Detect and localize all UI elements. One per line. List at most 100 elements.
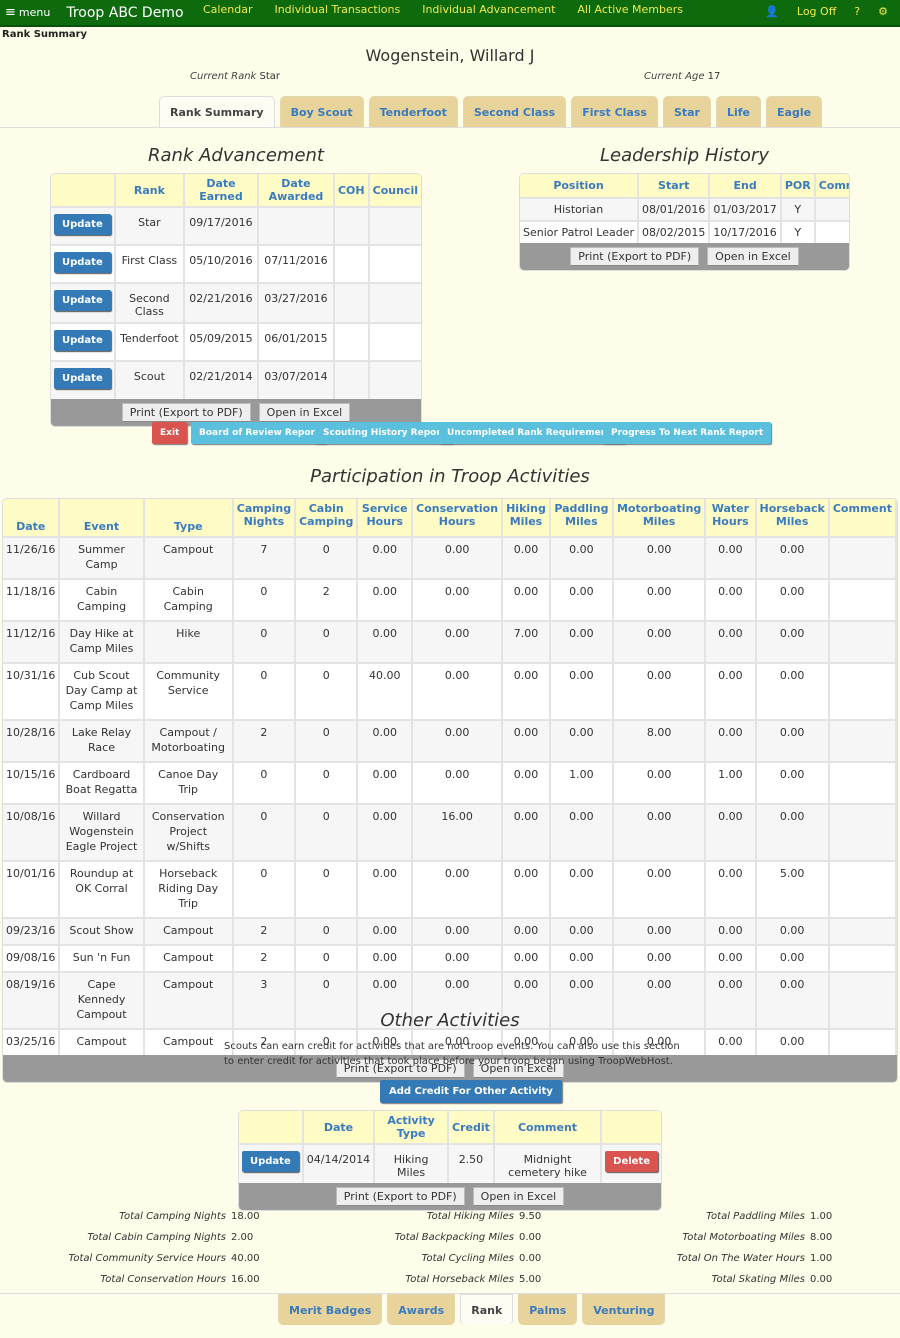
tab-tenderfoot[interactable]: Tenderfoot <box>368 96 458 127</box>
table-cell: 0.00 <box>755 620 830 663</box>
table-cell: 0.00 <box>357 761 414 804</box>
add-credit-button[interactable]: Add Credit For Other Activity <box>380 1080 562 1103</box>
table-cell: 0.00 <box>412 719 504 762</box>
table-cell <box>368 282 421 323</box>
hamburger-icon: ≡ <box>5 5 16 20</box>
nav-link-all-active-members[interactable]: All Active Members <box>577 3 683 16</box>
table-cell: 5.00 <box>755 860 830 918</box>
table-row: 11/18/16 Cabin Camping Cabin Camping 0 2 0.00… <box>3 578 897 621</box>
table-cell: 0.00 <box>412 761 504 804</box>
table-cell: 0.00 <box>502 944 551 972</box>
uncompleted-requirements-button[interactable]: Uncompleted Rank Requirements <box>439 422 625 444</box>
col-header: Motorboating Miles <box>612 499 707 537</box>
table-cell: 0.00 <box>502 917 551 945</box>
tab-second-class[interactable]: Second Class <box>462 96 567 127</box>
gear-icon[interactable]: ⚙ <box>878 5 888 18</box>
nav-link-individual-advancement[interactable]: Individual Advancement <box>422 3 555 16</box>
table-cell: 1.00 <box>705 761 757 804</box>
total-label: Total Backpacking Miles <box>394 1232 514 1243</box>
col-header: Rank <box>114 174 186 207</box>
table-cell: 0 <box>295 536 359 579</box>
total-row: Total Motorboating Miles 8.00 <box>600 1232 832 1253</box>
table-cell: Lake Relay Race <box>59 719 145 762</box>
tab-boy-scout[interactable]: Boy Scout <box>279 96 364 127</box>
update-button[interactable]: Update <box>54 368 111 389</box>
table-cell <box>368 360 421 399</box>
help-button[interactable]: ? <box>854 5 860 18</box>
table-cell <box>828 1028 897 1055</box>
table-cell: 10/17/2016 <box>709 220 782 243</box>
update-button[interactable]: Update <box>54 252 111 273</box>
table-cell: Second Class <box>114 282 186 323</box>
tab-venturing[interactable]: Venturing <box>582 1294 666 1325</box>
table-cell: 1.00 <box>549 761 614 804</box>
progress-next-rank-button[interactable]: Progress To Next Rank Report <box>603 422 772 444</box>
table-cell <box>333 360 370 399</box>
col-header: End <box>709 174 782 198</box>
total-label: Total Cabin Camping Nights <box>87 1232 226 1243</box>
table-cell: 0.00 <box>502 719 551 762</box>
total-label: Total Camping Nights <box>119 1211 226 1222</box>
print-button[interactable]: Print (Export to PDF) <box>570 247 700 266</box>
table-cell <box>828 662 897 720</box>
table-cell: Scout <box>114 360 186 399</box>
table-cell: 0.00 <box>755 917 830 945</box>
total-row: Total Backpacking Miles 0.00 <box>300 1232 542 1253</box>
table-cell: Conservation Project w/Shifts <box>143 803 234 861</box>
col-header: Service Hours <box>357 499 414 537</box>
table-row: Update Star 09/17/2016 <box>51 206 421 245</box>
table-row: Update 04/14/2014 Hiking Miles 2.50 Midn… <box>239 1143 661 1183</box>
tab-first-class[interactable]: First Class <box>571 96 658 127</box>
update-button[interactable]: Update <box>54 290 111 311</box>
col-header: Position <box>520 174 639 198</box>
other-activities-description: Scouts can earn credit for activities th… <box>224 1041 680 1067</box>
table-cell: 0 <box>232 662 297 720</box>
brand-title[interactable]: Troop ABC Demo <box>66 5 183 21</box>
table-row: Historian 08/01/2016 01/03/2017 Y <box>520 197 849 221</box>
scouting-history-button[interactable]: Scouting History Report <box>315 422 454 444</box>
tab-rank[interactable]: Rank <box>460 1294 514 1325</box>
update-button[interactable]: Update <box>242 1151 299 1172</box>
table-cell: 09/08/16 <box>3 944 61 972</box>
table-row: 10/31/16 Cub Scout Day Camp at Camp Miles… <box>3 662 897 720</box>
nav-link-calendar[interactable]: Calendar <box>203 3 252 16</box>
print-button[interactable]: Print (Export to PDF) <box>121 403 251 422</box>
tab-awards[interactable]: Awards <box>387 1294 456 1325</box>
table-cell: 10/15/16 <box>3 761 61 804</box>
tab-merit-badges[interactable]: Merit Badges <box>278 1294 383 1325</box>
col-header: Activity Type <box>374 1111 449 1144</box>
excel-button[interactable]: Open in Excel <box>707 247 799 266</box>
table-cell <box>368 322 421 361</box>
total-row: Total On The Water Hours 1.00 <box>600 1253 833 1274</box>
board-of-review-button[interactable]: Board of Review Report <box>191 422 328 444</box>
excel-button[interactable]: Open in Excel <box>472 1187 565 1206</box>
update-button[interactable]: Update <box>54 330 111 351</box>
tab-palms[interactable]: Palms <box>518 1294 578 1325</box>
top-nav: ≡ menu Troop ABC Demo Calendar Individual… <box>0 0 900 27</box>
table-cell: 0.00 <box>502 578 551 621</box>
nav-link-individual-transactions[interactable]: Individual Transactions <box>274 3 400 16</box>
table-cell: Horseback Riding Day Trip <box>143 860 234 918</box>
bottom-tabs: Merit Badges Awards Rank Palms Venturing <box>278 1294 670 1325</box>
col-header: Event <box>59 499 145 537</box>
tab-star[interactable]: Star <box>662 96 711 127</box>
table-cell: 08/02/2015 <box>638 220 711 243</box>
table-row: Update First Class 05/10/2016 07/11/2016 <box>51 244 421 283</box>
table-cell <box>828 803 897 861</box>
excel-button[interactable]: Open in Excel <box>258 403 351 422</box>
delete-button[interactable]: Delete <box>605 1151 658 1172</box>
exit-button[interactable]: Exit <box>152 422 188 444</box>
table-cell: Cabin Camping <box>59 578 145 621</box>
print-button[interactable]: Print (Export to PDF) <box>335 1187 465 1206</box>
tab-life[interactable]: Life <box>715 96 762 127</box>
tab-eagle[interactable]: Eagle <box>766 96 823 127</box>
tab-rank-summary[interactable]: Rank Summary <box>159 96 275 127</box>
table-cell: 0 <box>295 761 359 804</box>
total-label: Total Cycling Miles <box>421 1253 514 1264</box>
menu-button[interactable]: ≡ menu <box>5 5 50 20</box>
update-button[interactable]: Update <box>54 214 111 235</box>
table-cell: Tenderfoot <box>114 322 186 361</box>
logoff-button[interactable]: 👤 Log Off <box>747 5 836 18</box>
table-cell: 0 <box>295 620 359 663</box>
table-cell: Cabin Camping <box>143 578 234 621</box>
